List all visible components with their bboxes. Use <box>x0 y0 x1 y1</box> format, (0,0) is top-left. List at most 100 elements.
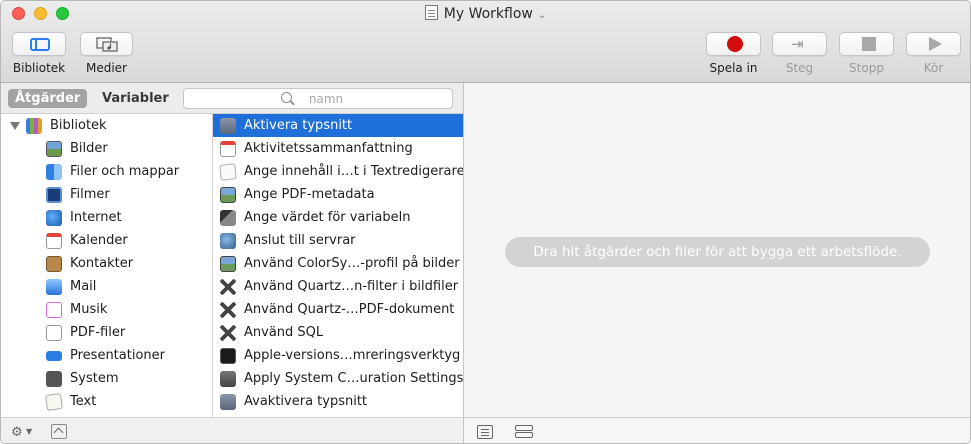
mail-icon <box>46 279 62 295</box>
category-label: Bibliotek <box>50 118 107 133</box>
disclosure-triangle-icon[interactable] <box>10 122 20 130</box>
library-panel: Åtgärder Variabler Bibliotek Bilder File… <box>1 83 464 417</box>
workflow-document-icon <box>424 5 438 20</box>
finder-icon <box>46 164 62 180</box>
tab-variables[interactable]: Variabler <box>95 89 176 108</box>
category-label: Bilder <box>70 141 108 156</box>
record-button[interactable] <box>706 32 761 56</box>
chevron-down-icon: ⌄ <box>537 10 547 21</box>
action-label: Ange värdet för variabeln <box>244 210 411 225</box>
action-item[interactable]: Apply System C…uration Settings <box>213 367 463 390</box>
action-label: Avaktivera typsnitt <box>244 394 368 409</box>
action-item[interactable]: Använd SQL <box>213 321 463 344</box>
library-icon <box>26 118 42 134</box>
stop-button[interactable] <box>839 32 894 56</box>
record-button-label: Spela in <box>709 61 758 75</box>
category-label: System <box>70 371 119 386</box>
text-document-icon <box>219 163 237 181</box>
sidebar-icon <box>30 38 50 51</box>
action-item[interactable]: Anslut till servrar <box>213 229 463 252</box>
preview-icon <box>220 256 236 272</box>
category-item-text[interactable]: Text <box>1 390 212 413</box>
action-label: Använd ColorSy…-profil på bilder <box>244 256 460 271</box>
action-label: Ange PDF-metadata <box>244 187 375 202</box>
tools-icon <box>220 302 236 318</box>
tab-actions[interactable]: Åtgärder <box>8 89 88 108</box>
category-item-pdf[interactable]: PDF-filer <box>1 321 212 344</box>
photos-icon <box>46 141 62 157</box>
category-item-files[interactable]: Filer och mappar <box>1 160 212 183</box>
globe-icon <box>46 210 62 226</box>
category-item-system[interactable]: System <box>1 367 212 390</box>
system-config-icon <box>220 371 236 387</box>
category-label: Text <box>70 394 97 409</box>
music-icon <box>46 302 62 318</box>
category-label: Kontakter <box>70 256 134 271</box>
action-item[interactable]: Använd Quartz…n-filter i bildfiler <box>213 275 463 298</box>
category-item-music[interactable]: Musik <box>1 298 212 321</box>
action-label: Aktivitetssammanfattning <box>244 141 413 156</box>
step-button-label: Steg <box>785 61 814 75</box>
search-input[interactable] <box>184 89 452 108</box>
action-item[interactable]: Avaktivera typsnitt <box>213 390 463 413</box>
play-icon <box>929 37 942 51</box>
action-item[interactable]: Apple-versions…mreringsverktyg <box>213 344 463 367</box>
action-label: Använd Quartz-…PDF-dokument <box>244 302 455 317</box>
action-item[interactable]: Ange PDF-metadata <box>213 183 463 206</box>
contacts-icon <box>46 256 62 272</box>
gear-icon[interactable]: ⚙ <box>11 425 23 440</box>
category-list[interactable]: Bibliotek Bilder Filer och mappar Filmer… <box>1 114 213 417</box>
window-title[interactable]: My Workflow ⌄ <box>1 5 970 22</box>
step-button[interactable]: ⇥ <box>772 32 827 56</box>
category-label: Musik <box>70 302 108 317</box>
action-item[interactable]: Aktivera typsnitt <box>213 114 463 137</box>
category-item-internet[interactable]: Internet <box>1 206 212 229</box>
movies-icon <box>46 187 62 203</box>
category-item-photos[interactable]: Bilder <box>1 137 212 160</box>
automator-window: My Workflow ⌄ Bibliotek Medier Spela in ⇥… <box>0 0 971 444</box>
category-item-presentations[interactable]: Presentationer <box>1 344 212 367</box>
action-label: Ange innehåll i…t i Textredigerare <box>244 164 463 179</box>
variables-view-icon[interactable] <box>515 425 533 439</box>
action-item[interactable]: Använd Quartz-…PDF-dokument <box>213 298 463 321</box>
workflow-bottom-bar <box>464 417 970 443</box>
tools-icon <box>220 325 236 341</box>
category-item-contacts[interactable]: Kontakter <box>1 252 212 275</box>
category-label: Presentationer <box>70 348 165 363</box>
tools-icon <box>220 279 236 295</box>
category-label: PDF-filer <box>70 325 126 340</box>
category-label: Internet <box>70 210 122 225</box>
action-item[interactable]: Aktivitetssammanfattning <box>213 137 463 160</box>
category-item-calendar[interactable]: Kalender <box>1 229 212 252</box>
pdf-icon <box>46 325 62 341</box>
category-item-library[interactable]: Bibliotek <box>1 114 212 137</box>
system-icon <box>46 371 62 387</box>
library-button-label: Bibliotek <box>12 61 66 75</box>
calendar-icon <box>220 141 236 157</box>
font-book-icon <box>220 118 236 134</box>
media-button-label: Medier <box>85 61 127 75</box>
workflow-area[interactable]: Dra hit åtgärder och filer för att bygga… <box>464 83 970 417</box>
category-item-movies[interactable]: Filmer <box>1 183 212 206</box>
media-button[interactable] <box>80 32 133 56</box>
library-button[interactable] <box>12 32 66 56</box>
calendar-icon <box>46 233 62 249</box>
search-field[interactable] <box>183 88 453 109</box>
category-label: Mail <box>70 279 97 294</box>
step-icon: ⇥ <box>791 35 804 53</box>
run-button[interactable] <box>906 32 961 56</box>
action-label: Använd Quartz…n-filter i bildfiler <box>244 279 459 294</box>
action-label: Apply System C…uration Settings <box>244 371 463 386</box>
action-item[interactable]: Använd ColorSy…-profil på bilder <box>213 252 463 275</box>
action-label: Använd SQL <box>244 325 324 340</box>
action-item[interactable]: Ange innehåll i…t i Textredigerare <box>213 160 463 183</box>
category-item-mail[interactable]: Mail <box>1 275 212 298</box>
log-view-icon[interactable] <box>477 425 493 439</box>
category-label: Filmer <box>70 187 110 202</box>
action-label: Apple-versions…mreringsverktyg <box>244 348 461 363</box>
action-item[interactable]: Ange värdet för variabeln <box>213 206 463 229</box>
category-label: Filer och mappar <box>70 164 180 179</box>
run-button-label: Kör <box>923 61 944 75</box>
action-list[interactable]: Aktivera typsnitt Aktivitetssammanfattni… <box>213 114 463 417</box>
show-description-button[interactable] <box>51 424 67 439</box>
